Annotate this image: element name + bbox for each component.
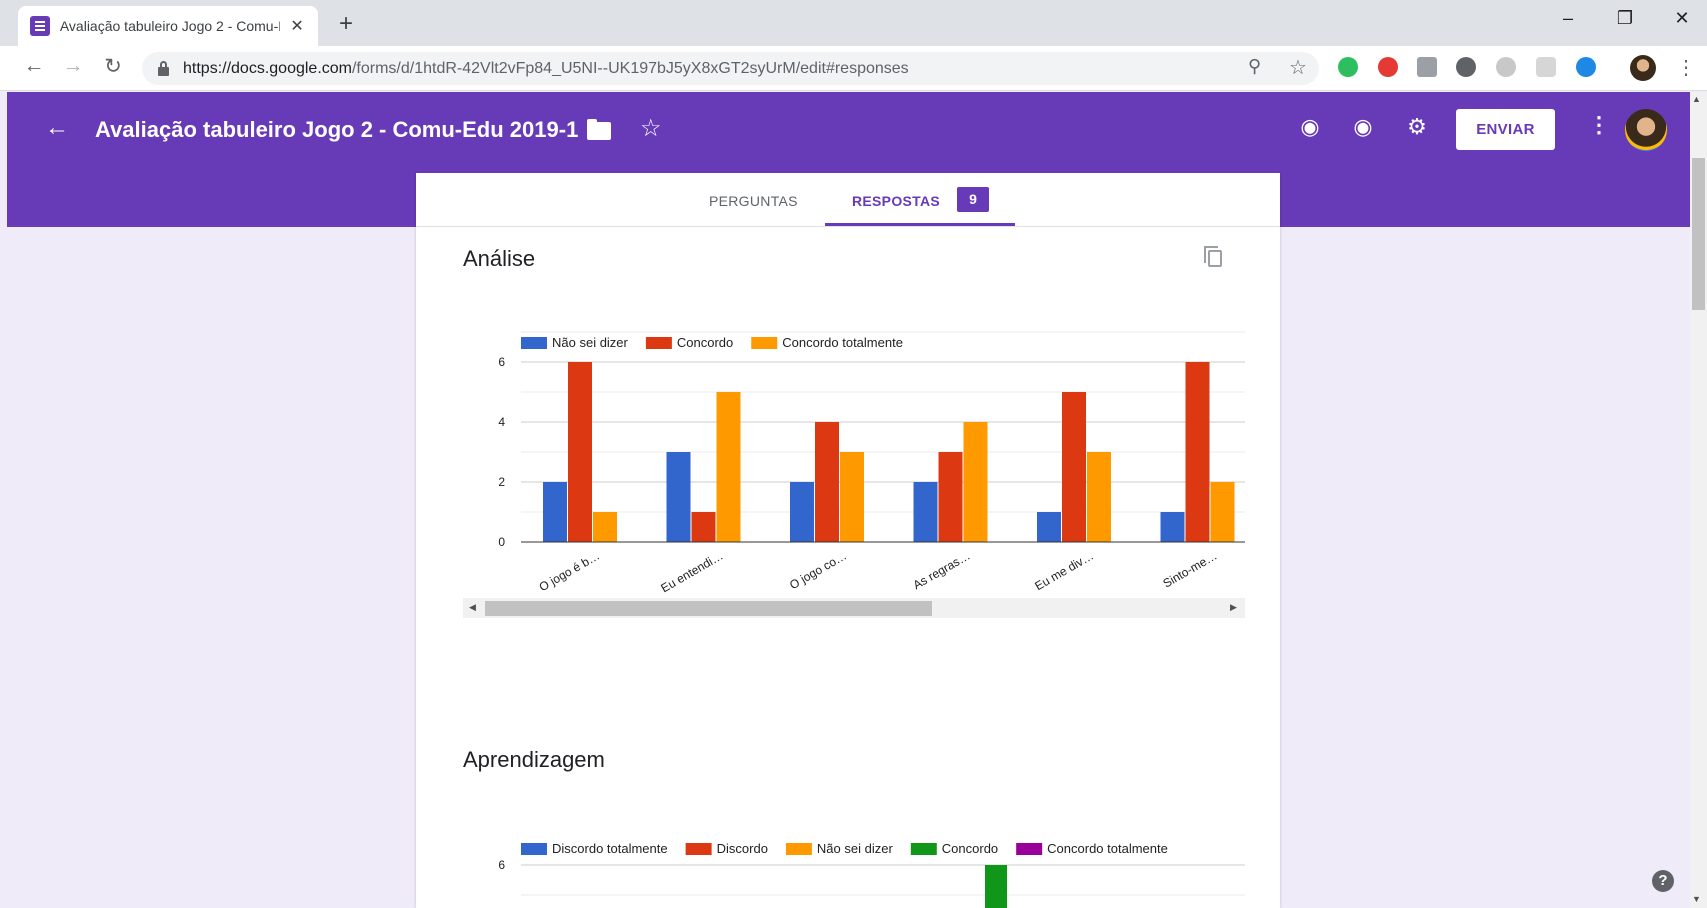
drive-extension-icon[interactable] (1417, 57, 1437, 77)
legend-swatch-2 (785, 843, 812, 855)
bar (716, 392, 741, 542)
bar (568, 362, 592, 542)
bar (938, 452, 963, 542)
pinterest-extension-icon[interactable] (1456, 57, 1476, 77)
adblock-extension-icon[interactable] (1378, 57, 1398, 77)
bar (1160, 512, 1185, 542)
browser-tab[interactable]: Avaliação tabuleiro Jogo 2 - Comu-Edu 20… (18, 6, 318, 46)
back-icon[interactable]: ← (20, 54, 48, 78)
address-bar[interactable]: https://docs.google.com/forms/d/1htdR-42… (142, 52, 1319, 85)
legend-swatch-0 (521, 337, 547, 349)
y-tick-label: 6 (498, 858, 505, 872)
legend-swatch-3 (910, 843, 937, 855)
chrome-menu-icon[interactable]: ⋮ (1676, 55, 1696, 80)
circle-extension-icon[interactable] (1496, 57, 1516, 77)
responses-count-badge: 9 (957, 187, 989, 212)
legend-swatch-2 (751, 337, 778, 349)
legend-label-3: Concordo (942, 841, 998, 856)
x-tick-label: O jogo co… (787, 548, 849, 592)
chrome-profile-avatar[interactable] (1630, 55, 1656, 81)
star-icon[interactable]: ☆ (640, 114, 662, 143)
forms-favicon-icon (30, 16, 50, 36)
minimize-icon[interactable]: – (1553, 8, 1583, 29)
close-tab-icon[interactable]: ✕ (288, 16, 306, 36)
scroll-up-arrow-icon[interactable]: ▲ (1692, 94, 1701, 104)
bar (985, 865, 1007, 908)
legend-label-2: Não sei dizer (817, 841, 894, 856)
folder-icon[interactable] (587, 119, 611, 140)
scroll-right-arrow-icon[interactable]: ▶ (1230, 602, 1237, 613)
section-title-analise: Análise (463, 246, 536, 271)
url-text: https://docs.google.com/forms/d/1htdR-42… (183, 59, 909, 77)
tab-questions[interactable]: PERGUNTAS (709, 193, 798, 209)
legend-swatch-1 (685, 843, 712, 855)
help-icon[interactable]: ? (1652, 870, 1674, 892)
form-title[interactable]: Avaliação tabuleiro Jogo 2 - Comu-Edu 20… (95, 117, 578, 143)
evernote-extension-icon[interactable] (1338, 57, 1358, 77)
bar (840, 452, 864, 542)
bar (963, 422, 988, 542)
legend-label-1: Concordo (677, 335, 733, 350)
browser-tab-title: Avaliação tabuleiro Jogo 2 - Comu-Edu 20… (59, 18, 280, 34)
close-window-icon[interactable]: ✕ (1667, 8, 1697, 29)
bar (593, 512, 617, 542)
bar (1062, 392, 1086, 542)
legend-swatch-1 (645, 337, 672, 349)
chart-scrollbar-thumb[interactable] (485, 601, 932, 616)
y-tick-label: 0 (498, 535, 505, 549)
legend-swatch-4 (1016, 843, 1043, 855)
x-tick-label: O jogo é b… (537, 548, 602, 594)
forward-icon[interactable]: → (59, 54, 87, 78)
bar (666, 452, 691, 542)
lock-icon (158, 60, 169, 76)
legend-label-2: Concordo totalmente (782, 335, 903, 350)
legend-label-4: Concordo totalmente (1047, 841, 1168, 856)
more-options-icon[interactable]: ⋮ (1588, 112, 1610, 138)
section-title-aprendizagem: Aprendizagem (463, 747, 605, 772)
bar (913, 482, 938, 542)
form-tabs (416, 173, 1280, 227)
account-avatar[interactable] (1625, 109, 1667, 151)
send-button[interactable]: ENVIAR (1456, 109, 1555, 150)
graduation-extension-icon[interactable] (1576, 57, 1596, 77)
y-tick-label: 2 (498, 475, 505, 489)
x-tick-label: Eu me div… (1032, 548, 1096, 593)
legend-label-0: Discordo totalmente (552, 841, 668, 856)
bar (1087, 452, 1111, 542)
analise-bar-chart: Não sei dizer Concordo Concordo totalmente… (498, 331, 1245, 595)
restore-icon[interactable]: ❐ (1610, 8, 1640, 29)
bookmark-star-icon[interactable]: ☆ (1289, 55, 1307, 80)
legend-swatch-0 (521, 843, 547, 855)
x-tick-label: Eu entendi… (658, 548, 725, 595)
bar (1185, 362, 1210, 542)
chat-extension-icon[interactable] (1536, 57, 1556, 77)
bar (543, 482, 567, 542)
legend-label-1: Discordo (717, 841, 768, 856)
new-tab-button[interactable]: + (332, 10, 360, 38)
active-tab-indicator (825, 223, 1015, 226)
aprendizagem-bar-chart: Discordo totalmente Discordo Não sei dizer… (498, 841, 1245, 908)
back-arrow-icon[interactable]: ← (45, 114, 69, 142)
zoom-icon[interactable]: ⚲ (1248, 56, 1261, 77)
x-tick-label: As regras… (911, 548, 973, 592)
palette-icon[interactable]: ◉ (1296, 114, 1324, 140)
reload-icon[interactable]: ↻ (99, 54, 127, 79)
legend-label-0: Não sei dizer (552, 335, 629, 350)
bar (1037, 512, 1061, 542)
bar (815, 422, 839, 542)
y-tick-label: 6 (498, 355, 505, 369)
bar (790, 482, 814, 542)
copy-chart-icon[interactable] (1204, 246, 1222, 267)
scroll-down-arrow-icon[interactable]: ▼ (1692, 894, 1701, 904)
page-scrollbar-thumb[interactable] (1692, 158, 1705, 310)
bar (1210, 482, 1235, 542)
preview-eye-icon[interactable]: ◉ (1349, 114, 1377, 140)
tab-responses[interactable]: RESPOSTAS (852, 193, 940, 209)
scroll-left-arrow-icon[interactable]: ◀ (469, 602, 476, 613)
y-tick-label: 4 (498, 415, 505, 429)
x-tick-label: Sinto-me… (1161, 548, 1220, 590)
settings-gear-icon[interactable]: ⚙ (1403, 114, 1431, 140)
bar (691, 512, 716, 542)
